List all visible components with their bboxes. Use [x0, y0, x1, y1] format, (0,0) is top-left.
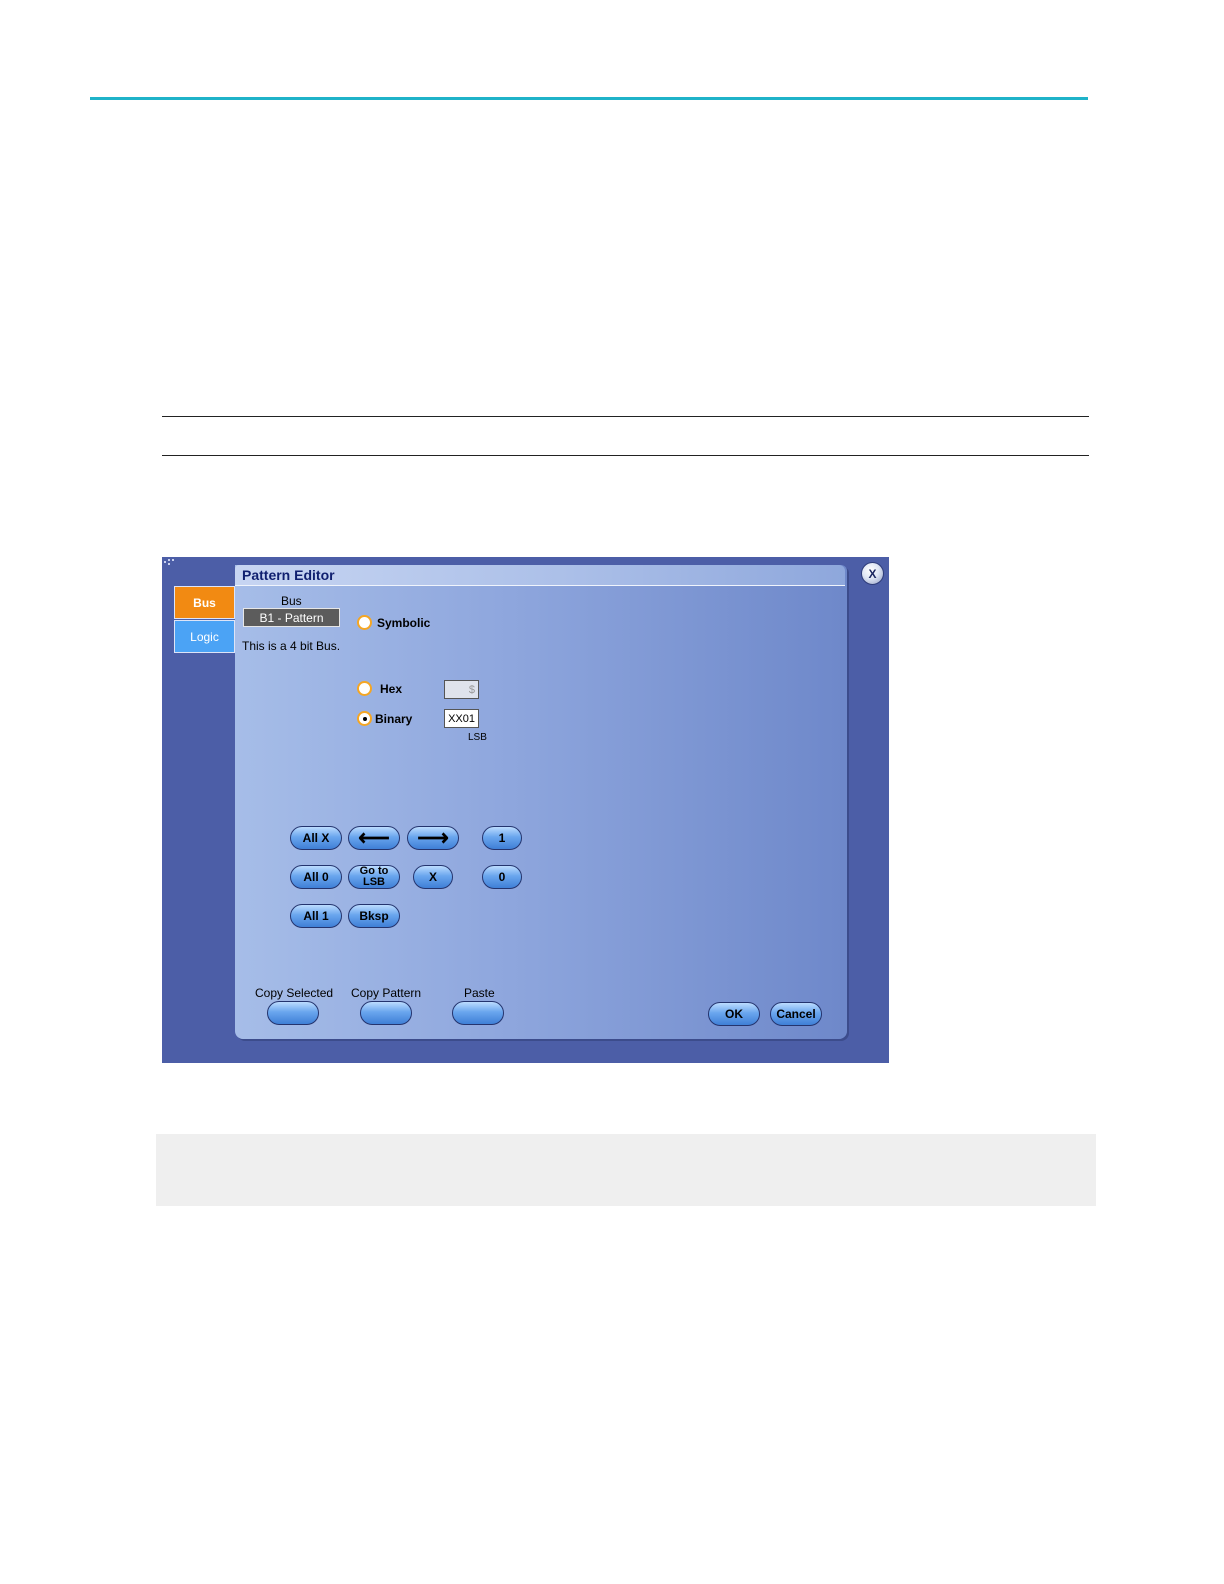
title-bar: Pattern Editor [235, 565, 845, 586]
move-right-button[interactable]: ⟶ [407, 826, 459, 850]
x-button[interactable]: X [413, 865, 453, 889]
all-x-label: All X [302, 830, 330, 845]
hex-value-input[interactable]: $ [444, 680, 479, 699]
pattern-editor-screenshot: Bus Logic X Pattern Editor Bus B1 - Patt… [162, 557, 889, 1063]
backspace-label: Bksp [359, 908, 389, 923]
tab-logic-label: Logic [190, 629, 219, 644]
arrow-right-icon: ⟶ [417, 825, 449, 850]
ok-button[interactable]: OK [708, 1002, 760, 1026]
header-rule [90, 97, 1088, 100]
radio-symbolic-label: Symbolic [377, 616, 431, 630]
bus-label: Bus [281, 594, 302, 608]
copy-pattern-label: Copy Pattern [351, 986, 422, 1000]
backspace-button[interactable]: Bksp [348, 904, 400, 928]
radio-binary-label: Binary [375, 712, 413, 726]
digit-zero-button[interactable]: 0 [482, 865, 522, 889]
go-to-lsb-button[interactable]: Go to LSB [348, 865, 400, 889]
move-left-button[interactable]: ⟵ [348, 826, 400, 850]
binary-value: XX01 [448, 712, 475, 725]
close-button[interactable]: X [861, 562, 884, 585]
pattern-editor-panel: Pattern Editor Bus B1 - Pattern This is … [235, 565, 847, 1039]
bus-selector-value: B1 - Pattern [259, 610, 324, 625]
tab-logic[interactable]: Logic [174, 620, 235, 653]
all-zero-button[interactable]: All 0 [290, 865, 342, 889]
go-to-lsb-label: Go to LSB [359, 865, 389, 888]
radio-hex-label: Hex [380, 682, 403, 696]
all-one-label: All 1 [303, 908, 329, 923]
all-one-button[interactable]: All 1 [290, 904, 342, 928]
divider-top [162, 416, 1089, 417]
bus-selector[interactable]: B1 - Pattern [243, 608, 340, 627]
copy-selected-button[interactable] [267, 1001, 319, 1025]
radio-symbolic[interactable] [357, 615, 372, 630]
radio-hex[interactable] [357, 681, 372, 696]
copy-pattern-button[interactable] [360, 1001, 412, 1025]
tab-bus[interactable]: Bus [174, 586, 235, 619]
tab-bus-label: Bus [193, 595, 216, 610]
all-x-button[interactable]: All X [290, 826, 342, 850]
bus-description: This is a 4 bit Bus. [242, 639, 341, 653]
digit-zero-label: 0 [498, 869, 506, 884]
lsb-label: LSB [468, 732, 487, 743]
cancel-label: Cancel [776, 1006, 816, 1021]
arrow-left-icon: ⟵ [358, 825, 390, 850]
hex-value: $ [468, 683, 475, 696]
paste-button[interactable] [452, 1001, 504, 1025]
paste-label: Paste [464, 986, 495, 1000]
copy-selected-label: Copy Selected [255, 986, 334, 1000]
digit-one-button[interactable]: 1 [482, 826, 522, 850]
ok-label: OK [725, 1006, 743, 1021]
divider-bottom [162, 455, 1089, 456]
note-box [156, 1134, 1096, 1206]
close-icon: X [868, 566, 877, 581]
cancel-button[interactable]: Cancel [770, 1002, 822, 1026]
x-label: X [428, 869, 437, 884]
radio-binary[interactable] [357, 711, 372, 726]
all-zero-label: All 0 [303, 869, 329, 884]
digit-one-label: 1 [498, 830, 506, 845]
dialog-title: Pattern Editor [242, 567, 335, 583]
binary-value-input[interactable]: XX01 [444, 709, 479, 728]
drag-grip-icon[interactable] [164, 559, 174, 567]
